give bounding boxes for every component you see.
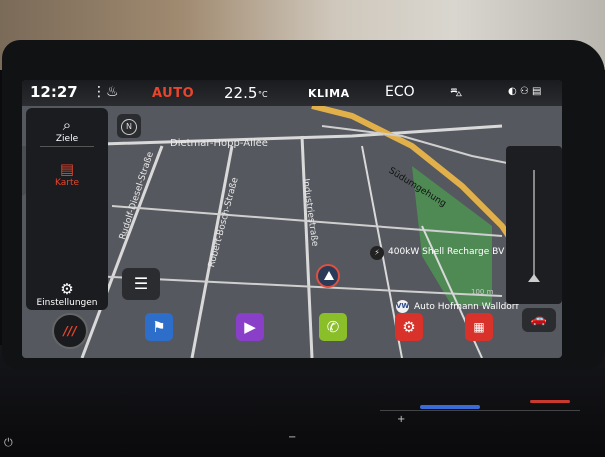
sidebar-item-einstellungen[interactable]: ⚙ Einstellungen <box>26 280 108 308</box>
gear-icon: ⚙ <box>60 280 74 298</box>
street-label: Dietmar-Hopp-Allee <box>170 138 268 149</box>
sidebar-item-karte[interactable]: ▤ Karte <box>26 160 108 188</box>
sidebar-item-label: Karte <box>54 178 80 188</box>
poi-charging-label[interactable]: 400kW Shell Recharge BV <box>388 247 504 257</box>
sidebar: ⌕ Ziele ▤ Karte ⚙ Einstellungen <box>26 108 108 310</box>
map-icon: ▤ <box>59 160 75 178</box>
play-icon: ▶ <box>244 318 256 336</box>
climate-auto-button[interactable]: AUTO <box>152 86 194 101</box>
zoom-handle[interactable] <box>528 274 540 282</box>
dashboard-trim <box>380 410 580 411</box>
eco-button[interactable]: ECO <box>385 84 415 100</box>
dashboard-red-light <box>530 400 570 403</box>
sidebar-item-label: Ziele <box>55 134 79 144</box>
dashboard-blue-light <box>420 405 480 409</box>
dashboard-plus-marker: + <box>397 414 406 425</box>
compass-n-icon: N <box>121 119 137 135</box>
phone-app-button[interactable]: ✆ <box>319 313 347 341</box>
navigation-app-button[interactable]: ⚑ <box>145 313 173 341</box>
destination-search-icon: ⌕ <box>62 116 72 134</box>
apps-button[interactable]: ▦ <box>465 313 493 341</box>
clock: 12:27 <box>30 83 78 101</box>
status-indicator-icons: ◐ ⚇ ▤ <box>508 86 542 97</box>
charging-station-icon[interactable]: ⚡ <box>370 246 384 260</box>
temperature-display[interactable]: 22.5 <box>224 84 257 102</box>
zoom-track <box>533 170 535 280</box>
flag-icon: ⚑ <box>152 318 166 336</box>
compass-button[interactable]: N <box>117 114 141 138</box>
gear-icon: ⚙ <box>402 318 416 336</box>
seat-button[interactable]: /// <box>52 313 88 349</box>
infotainment-screen: 12:27 ⋮♨ AUTO 22.5 °C KLIMA ECO ⛍ ◐ ⚇ ▤ … <box>22 80 562 358</box>
hamburger-icon: ☰ <box>133 274 149 293</box>
klima-button[interactable]: KLIMA <box>308 87 350 100</box>
menu-button[interactable]: ☰ <box>122 268 160 300</box>
app-dock: /// ⚑ ▶ ✆ ⚙ ▦ <box>22 310 562 358</box>
seat-heating-icon[interactable]: ⋮♨ <box>92 84 119 100</box>
media-app-button[interactable]: ▶ <box>236 313 264 341</box>
sidebar-item-label: Einstellungen <box>36 298 98 308</box>
status-bar: 12:27 ⋮♨ AUTO 22.5 °C KLIMA ECO ⛍ ◐ ⚇ ▤ <box>22 80 562 106</box>
power-icon[interactable]: ⏻ <box>4 436 13 450</box>
temperature-unit: °C <box>258 90 268 99</box>
sidebar-item-ziele[interactable]: ⌕ Ziele <box>26 116 108 144</box>
settings-app-button[interactable]: ⚙ <box>395 313 423 341</box>
vehicle-position-icon <box>316 264 340 288</box>
zoom-slider[interactable] <box>506 146 562 304</box>
phone-icon: ✆ <box>326 318 340 336</box>
car-status-icon[interactable]: ⛍ <box>450 85 462 101</box>
sidebar-divider <box>40 146 94 147</box>
apps-icon: ▦ <box>473 320 485 334</box>
dashboard-minus-marker: − <box>288 432 297 443</box>
scale-label: 100 m <box>471 288 494 296</box>
